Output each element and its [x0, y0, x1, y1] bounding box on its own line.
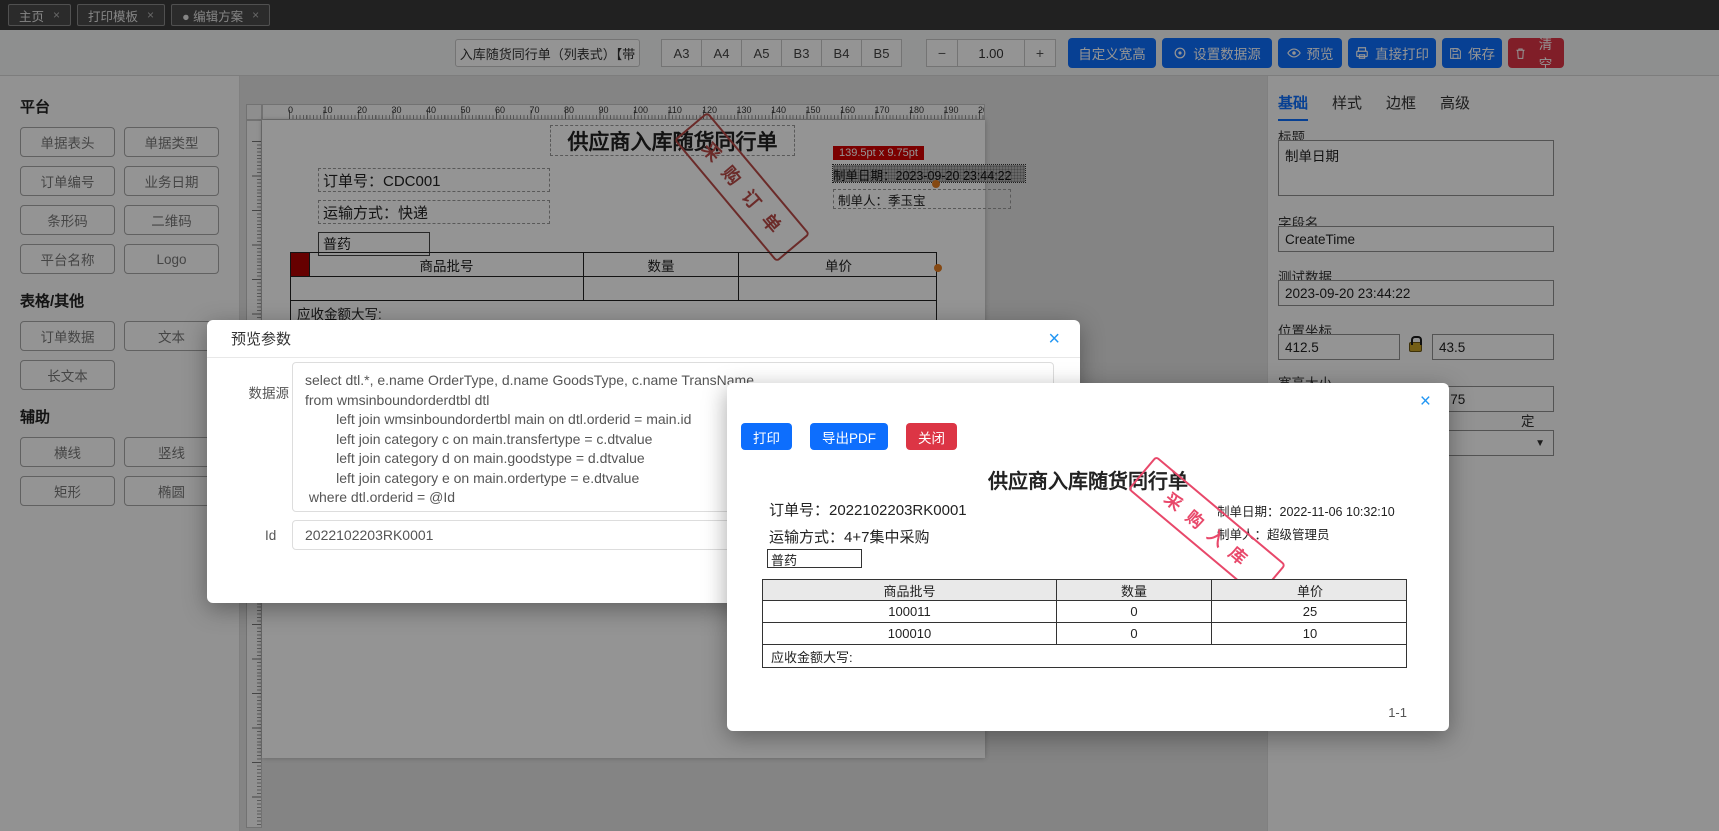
datasource-label: 数据源: [248, 386, 290, 401]
modal-title: 预览参数: [231, 331, 292, 348]
preview-transport: 运输方式：4+7集中采购: [769, 529, 930, 546]
preview-table-row: 100011 0 25: [763, 601, 1406, 623]
preview-table-cell: 25: [1211, 601, 1408, 622]
preview-table-row: 100010 0 10: [763, 623, 1406, 645]
preview-table-cell: 100011: [888, 604, 931, 619]
app-window: 主页 × 打印模板 × ● 编辑方案 × 入库随货同行单（列表式）【带 A3 A…: [0, 0, 1719, 831]
preview-table-header-cell: 商品批号: [883, 583, 936, 599]
preview-table-footer: 应收金额大写:: [771, 649, 853, 665]
print-preview-modal: × 打印 导出PDF 关闭 供应商入库随货同行单 订单号：2022102203R…: [727, 383, 1449, 731]
preview-table-cell: 10: [1211, 623, 1408, 644]
preview-data-table: 商品批号 数量 单价 100011 0 25 100010 0 10 应收金额大…: [762, 579, 1407, 668]
close-icon[interactable]: ×: [1048, 329, 1060, 349]
id-label: Id: [265, 528, 277, 543]
close-button[interactable]: 关闭: [906, 423, 957, 450]
modal-header: 预览参数 ×: [207, 320, 1080, 358]
export-pdf-button[interactable]: 导出PDF: [810, 423, 888, 450]
preview-drug-type: 普药: [767, 549, 862, 568]
preview-create-date: 制单日期：2022-11-06 10:32:10: [1217, 505, 1395, 519]
preview-table-cell: 0: [1056, 623, 1211, 644]
preview-table-header-cell: 单价: [1211, 580, 1408, 600]
print-button[interactable]: 打印: [741, 423, 792, 450]
close-icon[interactable]: ×: [1420, 391, 1431, 413]
preview-doc-title: 供应商入库随货同行单: [988, 471, 1188, 493]
preview-order-no: 订单号：2022102203RK0001: [769, 502, 967, 519]
preview-actions: 打印 导出PDF 关闭: [741, 423, 957, 450]
preview-table-header-row: 商品批号 数量 单价: [763, 580, 1406, 601]
preview-table-header-cell: 数量: [1056, 580, 1211, 600]
page-number: 1-1: [1388, 705, 1407, 720]
preview-table-cell: 100010: [887, 626, 932, 641]
preview-table-cell: 0: [1056, 601, 1211, 622]
